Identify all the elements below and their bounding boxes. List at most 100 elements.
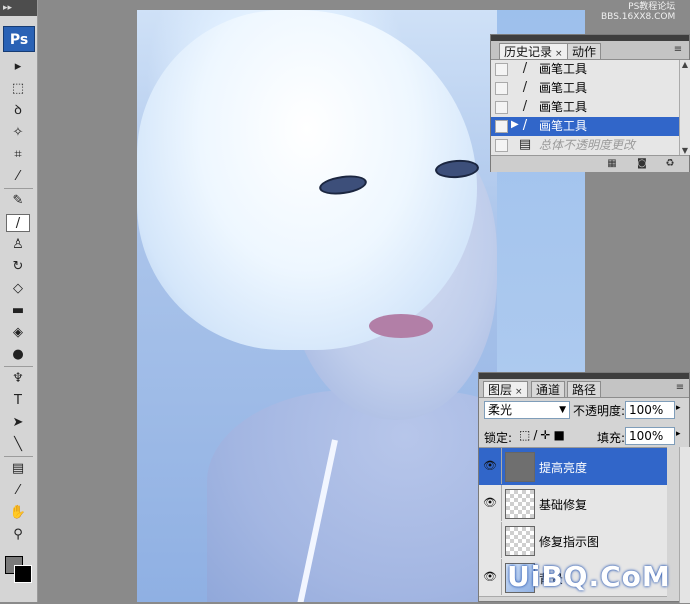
zoom-tool-icon[interactable]: ⚲ <box>6 526 30 544</box>
history-source-checkbox[interactable] <box>495 101 508 114</box>
tab-channels-label: 通道 <box>536 383 561 397</box>
ps-logo[interactable]: Ps <box>3 26 35 52</box>
history-source-checkbox[interactable] <box>495 120 508 133</box>
watermark-top-line2: BBS.16XX8.COM <box>601 12 676 22</box>
trash-icon[interactable]: ♻ <box>663 158 677 170</box>
blend-mode-select[interactable]: 柔光 ▼ <box>484 401 570 419</box>
history-item-label: 画笔工具 <box>539 100 588 114</box>
history-list: / 画笔工具 / 画笔工具 / 画笔工具 ▶ / 画笔工具 ▤ 总体不透明度更改 <box>491 60 679 155</box>
opacity-input[interactable]: 100% <box>625 401 675 419</box>
history-item[interactable]: / 画笔工具 <box>491 79 679 99</box>
history-source-checkbox[interactable] <box>495 139 508 152</box>
magic-wand-tool-icon[interactable]: ✧ <box>6 124 30 142</box>
history-item-label: 画笔工具 <box>539 81 588 95</box>
toolbar-grip[interactable]: ▸▸ <box>0 0 37 16</box>
eye-icon[interactable]: 👁 <box>479 559 502 595</box>
opacity-dropdown-icon[interactable]: ▸ <box>676 403 681 413</box>
history-item-label: 画笔工具 <box>539 62 588 76</box>
lock-icons: ⬚/✛■ <box>519 428 568 442</box>
close-icon[interactable]: × <box>555 49 563 59</box>
chevron-down-icon: ▼ <box>559 405 566 415</box>
new-document-icon[interactable]: ▦ <box>605 158 619 170</box>
tab-layers[interactable]: 图层 × <box>483 381 528 397</box>
layer-row[interactable]: 👁 提高亮度 <box>479 448 667 486</box>
history-source-checkbox[interactable] <box>495 82 508 95</box>
history-item[interactable]: ▤ 总体不透明度更改 <box>491 136 679 155</box>
layer-name: 基础修复 <box>539 498 588 512</box>
layer-thumbnail <box>505 489 535 519</box>
eyedropper2-tool-icon[interactable]: ⁄ <box>6 482 30 500</box>
history-item-label: 总体不透明度更改 <box>539 138 636 152</box>
layers-tabbar: 图层 × 通道 路径 ≡ <box>479 379 689 398</box>
history-item[interactable]: ▶ / 画笔工具 <box>491 117 679 137</box>
layer-name: 修复指示图 <box>539 535 600 549</box>
panel-menu-icon[interactable]: ≡ <box>671 44 685 56</box>
photo-lips <box>369 314 433 338</box>
history-item[interactable]: / 画笔工具 <box>491 98 679 118</box>
watermark-top: PS教程论坛 BBS.16XX8.COM <box>601 2 675 22</box>
eraser-tool-icon[interactable]: ◇ <box>6 280 30 298</box>
history-tabbar: 历史记录 × 动作 ≡ <box>491 41 689 60</box>
layer-thumbnail <box>505 526 535 556</box>
history-scrollbar[interactable]: ▲ ▼ <box>679 60 690 155</box>
history-source-checkbox[interactable] <box>495 63 508 76</box>
close-icon[interactable]: × <box>515 387 523 397</box>
pen-tool-icon[interactable]: ♆ <box>6 370 30 388</box>
watermark-bottom: UiBQ.CoM <box>507 560 671 593</box>
fill-label: 填充: <box>597 431 626 445</box>
visibility-toggle[interactable] <box>479 522 502 558</box>
history-item-label: 画笔工具 <box>539 119 588 133</box>
eye-icon[interactable]: 👁 <box>479 448 502 484</box>
fill-dropdown-icon[interactable]: ▸ <box>676 429 681 439</box>
layer-row[interactable]: 👁 基础修复 <box>479 485 667 523</box>
new-snapshot-icon[interactable]: ◙ <box>635 158 649 170</box>
eyedropper-tool-icon[interactable]: ⁄ <box>6 168 30 186</box>
tab-layers-label: 图层 <box>488 383 513 397</box>
brush-icon: / <box>522 99 528 114</box>
path-selection-tool-icon[interactable]: ➤ <box>6 414 30 432</box>
tab-history-label: 历史记录 <box>504 45 553 59</box>
history-item[interactable]: / 画笔工具 <box>491 60 679 80</box>
tab-actions[interactable]: 动作 <box>567 43 602 59</box>
history-footer: ▦ ◙ ♻ <box>491 155 689 172</box>
toolbar-separator <box>4 456 33 457</box>
tab-channels[interactable]: 通道 <box>531 381 566 397</box>
notes-tool-icon[interactable]: ▤ <box>6 460 30 478</box>
marquee-tool-icon[interactable]: ⬚ <box>6 80 30 98</box>
fill-input[interactable]: 100% <box>625 427 675 445</box>
lock-all-icon[interactable]: ■ <box>553 428 567 442</box>
lasso-tool-icon[interactable]: ꝺ <box>6 102 30 120</box>
tab-paths-label: 路径 <box>572 383 597 397</box>
gradient-tool-icon[interactable]: ▬ <box>6 302 30 320</box>
type-tool-icon[interactable]: T <box>6 392 30 410</box>
background-color-swatch[interactable] <box>14 565 32 583</box>
clone-stamp-tool-icon[interactable]: ♙ <box>6 236 30 254</box>
photo-fur-hat <box>137 10 477 350</box>
panel-menu-icon[interactable]: ≡ <box>673 382 687 394</box>
history-brush-tool-icon[interactable]: ↻ <box>6 258 30 276</box>
history-panel: 历史记录 × 动作 ≡ / 画笔工具 / 画笔工具 / 画笔工具 ▶ / 画笔工具 ▤ 总体不透明度更… <box>490 34 690 172</box>
healing-brush-tool-icon[interactable]: ✎ <box>6 192 30 210</box>
opacity-label: 不透明度: <box>573 404 626 418</box>
crop-tool-icon[interactable]: ⌗ <box>6 146 30 164</box>
lock-position-icon[interactable]: ✛ <box>540 428 553 442</box>
move-tool-icon[interactable]: ▸ <box>6 58 30 76</box>
lock-transparent-icon[interactable]: ⬚ <box>519 428 533 442</box>
layer-name: 提高亮度 <box>539 461 588 475</box>
blur-tool-icon[interactable]: ◈ <box>6 324 30 342</box>
brush-tool-icon[interactable]: / <box>6 214 30 232</box>
brush-icon: / <box>522 80 528 95</box>
tools-panel: ▸▸ Ps ▸ ⬚ ꝺ ✧ ⌗ ⁄ ✎ / ♙ ↻ ◇ ▬ ◈ ● ♆ T ➤ ╲ ▤ ⁄ ✋ ⚲ <box>0 0 38 602</box>
line-tool-icon[interactable]: ╲ <box>6 436 30 454</box>
scroll-down-icon[interactable]: ▼ <box>680 146 690 155</box>
scroll-up-icon[interactable]: ▲ <box>680 60 690 69</box>
eye-icon[interactable]: 👁 <box>479 485 502 521</box>
lock-label: 锁定: <box>484 431 513 445</box>
tab-paths[interactable]: 路径 <box>567 381 602 397</box>
document-state-icon: ▤ <box>518 137 532 152</box>
layer-row[interactable]: 修复指示图 <box>479 522 667 560</box>
hand-tool-icon[interactable]: ✋ <box>6 504 30 522</box>
dodge-tool-icon[interactable]: ● <box>6 346 30 364</box>
layers-scrollbar[interactable] <box>679 447 690 603</box>
tab-history[interactable]: 历史记录 × <box>499 43 568 59</box>
